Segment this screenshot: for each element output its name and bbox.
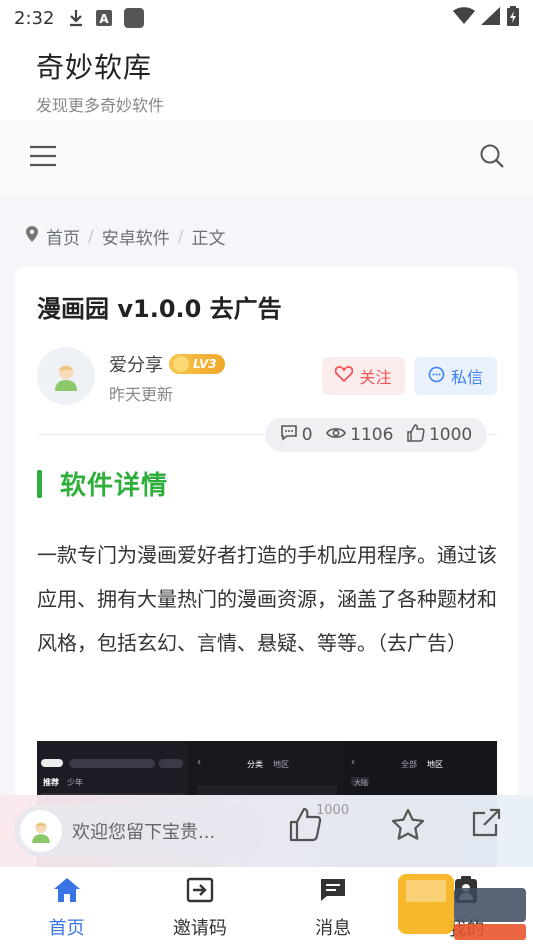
section-heading: 软件详情	[37, 465, 168, 502]
status-time: 2:32	[14, 7, 55, 29]
breadcrumb-category[interactable]: 安卓软件	[102, 224, 170, 249]
eye-icon	[326, 425, 347, 445]
breadcrumb-separator: /	[177, 226, 184, 247]
invite-code-icon	[186, 877, 214, 908]
status-bar: 2:32 A	[0, 0, 533, 36]
section-title: 软件详情	[60, 471, 169, 501]
like-count-badge: 1000	[316, 803, 350, 818]
update-time: 昨天更新	[109, 385, 174, 404]
article-description: 一款专门为漫画爱好者打造的手机应用程序。通过该应用、拥有大量热门的漫画资源，涵盖…	[37, 543, 497, 655]
site-title: 奇妙软库	[36, 51, 153, 84]
breadcrumb: 首页 / 安卓软件 / 正文	[26, 224, 225, 249]
message-icon	[319, 877, 347, 908]
author-name-row: 爱分享 LV3	[109, 351, 225, 377]
screenshot-chip-mainland: 大陆	[354, 779, 368, 787]
message-label: 私信	[450, 368, 483, 387]
signal-icon	[481, 6, 501, 30]
comment-placeholder: 欢迎您留下宝贵...	[72, 822, 216, 843]
share-icon[interactable]	[470, 807, 502, 843]
favorite-star-icon[interactable]	[390, 807, 426, 847]
breadcrumb-current: 正文	[191, 229, 226, 249]
app-a-icon: A	[96, 10, 113, 26]
site-header: 奇妙软库 发现更多奇妙软件	[0, 36, 533, 120]
author-name[interactable]: 爱分享	[109, 351, 163, 377]
wifi-icon	[453, 6, 475, 30]
article-title: 漫画园 v1.0.0 去广告	[37, 295, 282, 323]
view-count-stat: 1106	[326, 425, 393, 445]
follow-label: 关注	[359, 368, 392, 387]
section-heading-bar	[37, 469, 42, 498]
svg-text:A: A	[100, 12, 110, 26]
tab-home-label: 首页	[48, 917, 85, 939]
tab-home[interactable]: 首页	[0, 867, 133, 949]
site-subtitle: 发现更多奇妙软件	[36, 96, 165, 115]
level-star-icon	[173, 356, 189, 372]
tab-messages-label: 消息	[315, 917, 352, 939]
nav-bar	[0, 120, 533, 196]
screenshot-tab-all: 全部	[401, 760, 417, 769]
like-count: 1000	[428, 425, 473, 445]
comment-count: 0	[301, 425, 313, 445]
screenshot-tab-region-2: 地区	[427, 760, 443, 769]
level-text: LV3	[193, 357, 217, 371]
like-count-stat[interactable]: 1000	[407, 423, 473, 447]
tab-messages[interactable]: 消息	[267, 867, 400, 949]
screenshot-tab-recommend: 推荐	[43, 778, 59, 787]
view-count: 1106	[350, 425, 394, 445]
chat-bubble-icon	[428, 366, 445, 387]
author-block: 爱分享 LV3 昨天更新 关注 私信	[37, 347, 497, 409]
screenshot-tab-youth: 少年	[67, 778, 83, 787]
follow-button[interactable]: 关注	[322, 357, 405, 395]
screenshot-tab-category: 分类	[247, 760, 263, 769]
comment-input[interactable]: 欢迎您留下宝贵...	[14, 805, 264, 857]
menu-icon[interactable]	[28, 144, 58, 172]
breadcrumb-home[interactable]: 首页	[46, 224, 80, 249]
private-message-button[interactable]: 私信	[414, 357, 497, 395]
home-icon	[53, 877, 81, 908]
comment-icon	[280, 424, 298, 446]
thumbs-up-icon	[407, 423, 425, 447]
author-avatar[interactable]	[37, 347, 95, 405]
search-icon[interactable]	[479, 143, 505, 173]
level-badge: LV3	[169, 354, 225, 374]
breadcrumb-separator: /	[88, 226, 94, 247]
location-pin-icon	[26, 226, 38, 247]
heart-icon	[335, 366, 354, 386]
site-watermark-logo	[392, 872, 528, 942]
tab-invite-code-label: 邀请码	[172, 917, 227, 939]
comment-action-bar: 欢迎您留下宝贵...	[0, 795, 533, 867]
article-stats: 0 1106 1000	[265, 418, 487, 452]
comment-count-stat[interactable]: 0	[280, 424, 313, 446]
battery-icon	[507, 5, 519, 31]
app-square-icon	[124, 8, 145, 28]
screenshot-tab-region: 地区	[273, 760, 289, 769]
tab-invite-code[interactable]: 邀请码	[133, 867, 266, 949]
article-card: 漫画园 v1.0.0 去广告 爱分享 LV3 昨天更新 关注 私信 0 1106…	[15, 267, 518, 887]
user-avatar	[20, 810, 62, 852]
download-icon	[68, 9, 84, 27]
